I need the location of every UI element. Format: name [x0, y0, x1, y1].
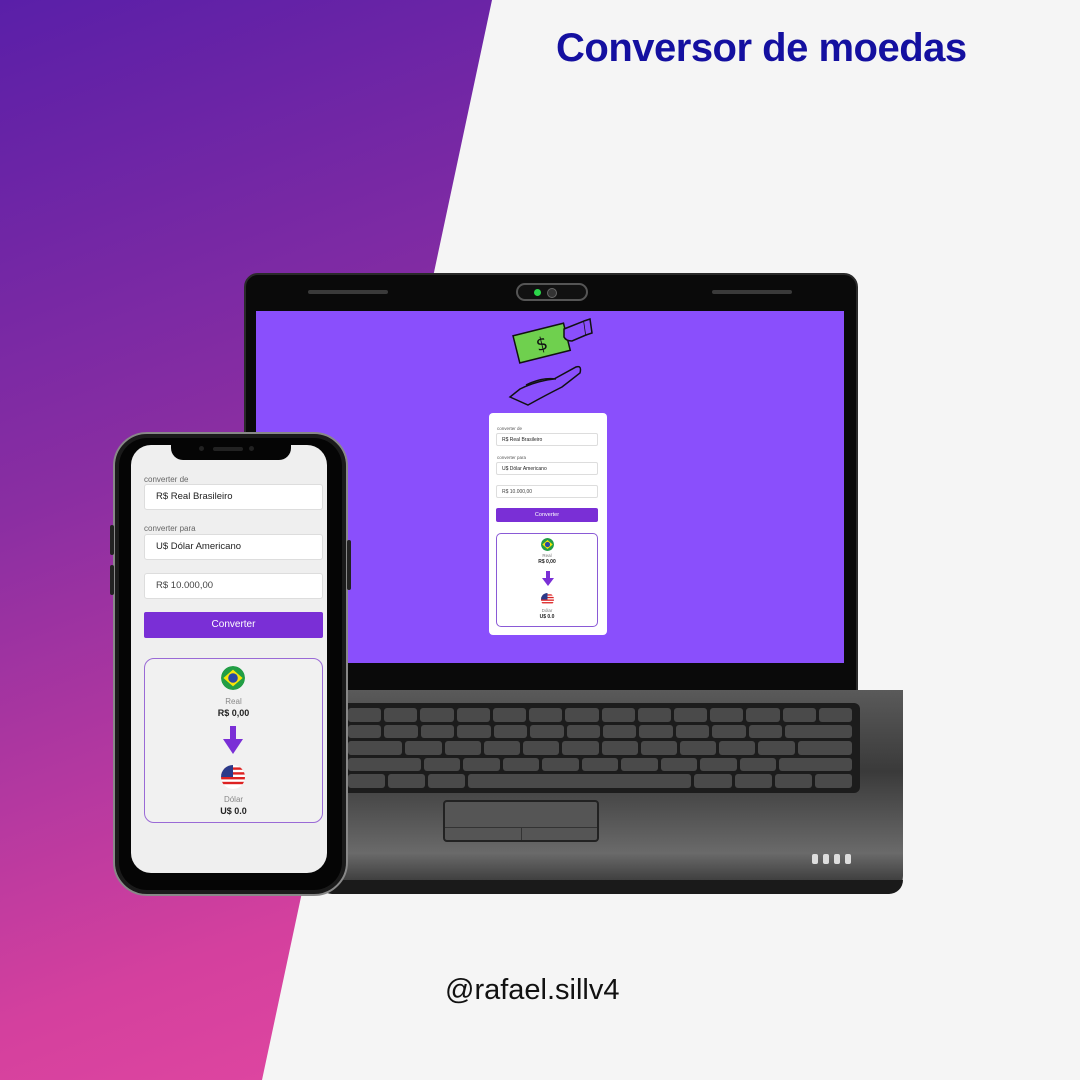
phone-convert-button[interactable]: Converter	[144, 612, 323, 638]
lid-slot-right	[712, 290, 792, 294]
amount-input[interactable]: R$ 10.000,00	[496, 485, 598, 498]
target-currency-name: Dólar	[541, 608, 553, 613]
phone-speaker	[213, 447, 243, 451]
usa-flag-icon	[541, 593, 554, 606]
target-amount: U$ 0.0	[539, 614, 555, 620]
to-label: converter para	[497, 455, 527, 460]
lid-slot-left	[308, 290, 388, 294]
author-handle: @rafael.sillv4	[445, 974, 620, 1006]
laptop-converter-card: converter de R$ Real Brasileiro converte…	[489, 413, 607, 635]
arrow-down-icon	[223, 726, 243, 754]
brazil-flag-icon	[541, 538, 554, 551]
convert-button[interactable]: Converter	[496, 508, 598, 522]
page-title: Conversor de moedas	[556, 26, 967, 70]
phone-to-label: converter para	[144, 524, 196, 533]
phone-to-select[interactable]: U$ Dólar Americano	[144, 534, 323, 560]
phone-amount-input[interactable]: R$ 10.000,00	[144, 573, 323, 599]
phone-button-left-2	[110, 565, 114, 595]
arrow-down-icon	[542, 571, 554, 586]
laptop-touchpad	[443, 800, 599, 842]
from-select[interactable]: R$ Real Brasileiro	[496, 433, 598, 446]
phone-notch	[171, 440, 291, 460]
source-currency-name: Real	[542, 553, 552, 558]
money-hand-icon: $	[508, 318, 593, 406]
phone-target-currency-name: Dólar	[223, 795, 244, 804]
usa-flag-icon	[221, 765, 245, 789]
phone-camera	[249, 446, 254, 451]
phone-button-left	[110, 525, 114, 555]
phone-from-select[interactable]: R$ Real Brasileiro	[144, 484, 323, 510]
laptop-keyboard	[340, 703, 860, 793]
laptop-status-leds	[812, 854, 851, 864]
webcam-led	[534, 289, 541, 296]
phone-source-amount: R$ 0,00	[217, 708, 250, 718]
phone-target-amount: U$ 0.0	[220, 806, 247, 816]
phone-from-label: converter de	[144, 475, 189, 484]
phone-button-right	[347, 540, 351, 590]
from-label: converter de	[497, 426, 523, 431]
phone-source-currency-name: Real	[225, 697, 242, 706]
result-panel: Real R$ 0,00 Dólar U$ 0.0	[496, 533, 598, 627]
to-select[interactable]: U$ Dólar Americano	[496, 462, 598, 475]
webcam-lens	[547, 288, 557, 298]
brazil-flag-icon	[221, 666, 245, 690]
phone-sensor	[199, 446, 204, 451]
source-amount: R$ 0,00	[538, 559, 556, 565]
webcam	[516, 283, 588, 301]
laptop-base-edge	[318, 880, 903, 894]
